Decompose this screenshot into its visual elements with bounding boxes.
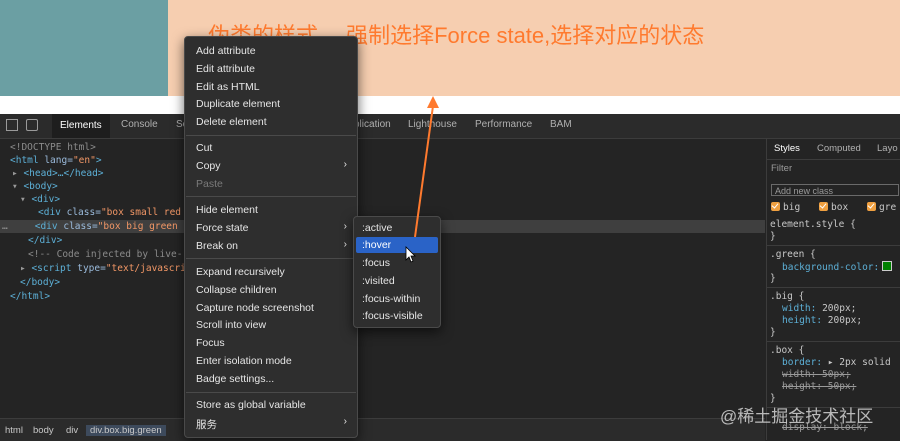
menu-badge-settings[interactable]: Badge settings...	[196, 373, 274, 385]
tab-performance[interactable]: Performance	[475, 119, 532, 130]
menu-hide-element[interactable]: Hide element	[196, 204, 258, 216]
menu-collapse-children[interactable]: Collapse children	[196, 284, 277, 296]
styles-tabbar: Styles Computed Layo	[767, 139, 900, 160]
menu-capture-node-screenshot[interactable]: Capture node screenshot	[196, 302, 314, 314]
menu-scroll-into-view[interactable]: Scroll into view	[196, 319, 266, 331]
force-state-focus-within[interactable]: :focus-within	[362, 293, 420, 305]
element-style-close: }	[770, 231, 776, 242]
chevron-right-icon: ›	[343, 416, 347, 427]
menu-expand-recursively[interactable]: Expand recursively	[196, 266, 285, 278]
box-width-decl-overridden[interactable]: width: 50px;	[782, 369, 851, 380]
tab-lighthouse[interactable]: Lighthouse	[408, 119, 457, 130]
color-swatch-icon[interactable]	[882, 261, 893, 271]
devtools-panel: Elements Console Sc plication Lighthouse…	[0, 114, 900, 441]
class-toggle-big[interactable]: big	[771, 202, 800, 213]
crumb-body[interactable]: body	[33, 425, 54, 436]
watermark: @稀土掘金技术社区	[720, 407, 874, 426]
tab-computed[interactable]: Computed	[817, 143, 861, 154]
menu-paste-disabled: Paste	[196, 178, 223, 190]
tab-layout[interactable]: Layo	[877, 143, 898, 154]
menu-enter-isolation-mode[interactable]: Enter isolation mode	[196, 355, 292, 367]
preview-bottom-strip	[0, 96, 900, 114]
add-new-class-input[interactable]: Add new class	[771, 184, 899, 196]
box-selector[interactable]: .box {	[770, 345, 804, 356]
box-height-decl-overridden[interactable]: height: 50px;	[782, 381, 856, 392]
green-rule-close: }	[770, 273, 776, 284]
dom-html-open[interactable]: <html lang="en">	[10, 154, 102, 167]
menu-separator	[186, 392, 356, 393]
dom-head[interactable]: ▸ <head>…</head>	[12, 167, 104, 180]
menu-separator	[186, 196, 356, 197]
menu-focus[interactable]: Focus	[196, 337, 225, 349]
tab-elements[interactable]: Elements	[52, 114, 110, 138]
checkbox-checked-icon	[771, 202, 780, 211]
force-state-submenu: :active :hover :focus :visited :focus-wi…	[353, 216, 441, 328]
big-height-decl[interactable]: height: 200px;	[782, 315, 862, 326]
chevron-right-icon: ›	[343, 239, 347, 250]
devtools-tabbar: Elements Console Sc plication Lighthouse…	[0, 114, 900, 139]
chevron-right-icon: ›	[343, 221, 347, 232]
force-state-focus-visible[interactable]: :focus-visible	[362, 310, 423, 322]
tab-console[interactable]: Console	[121, 119, 158, 130]
rule-separator	[767, 341, 900, 342]
class-toggle-green[interactable]: gre	[867, 202, 896, 213]
inspect-element-icon[interactable]	[6, 119, 18, 131]
dom-div-close[interactable]: </div>	[28, 234, 62, 247]
dom-comment[interactable]: <!-- Code injected by live-	[28, 248, 182, 261]
rule-separator	[767, 287, 900, 288]
menu-copy[interactable]: Copy	[196, 160, 221, 172]
force-state-active[interactable]: :active	[362, 222, 392, 234]
class-toggle-box[interactable]: box	[819, 202, 848, 213]
tab-bam[interactable]: BAM	[550, 119, 572, 130]
green-background-color-decl[interactable]: background-color:	[782, 261, 893, 273]
force-state-hover[interactable]: :hover	[362, 239, 391, 251]
dom-html-close[interactable]: </html>	[10, 290, 50, 303]
menu-store-as-global-variable[interactable]: Store as global variable	[196, 399, 306, 411]
breadcrumb: html body div div.box.big.green	[0, 418, 765, 441]
dom-doctype[interactable]: <!DOCTYPE html>	[10, 141, 96, 154]
crumb-div[interactable]: div	[66, 425, 78, 436]
small-red-box-preview	[0, 0, 168, 96]
dom-div-open[interactable]: ▾ <div>	[20, 193, 60, 206]
big-selector[interactable]: .big {	[770, 291, 804, 302]
big-width-decl[interactable]: width: 200px;	[782, 303, 856, 314]
menu-delete-element[interactable]: Delete element	[196, 116, 267, 128]
menu-separator	[186, 135, 356, 136]
green-selector[interactable]: .green {	[770, 249, 816, 260]
tab-styles[interactable]: Styles	[774, 143, 800, 154]
force-state-visited[interactable]: :visited	[362, 275, 395, 287]
box-border-decl[interactable]: border: ▸ 2px solid	[782, 357, 891, 368]
menu-break-on[interactable]: Break on	[196, 240, 238, 252]
dom-body-close[interactable]: </body>	[20, 276, 60, 289]
checkbox-checked-icon	[819, 202, 828, 211]
menu-edit-as-html[interactable]: Edit as HTML	[196, 81, 260, 93]
device-toolbar-icon[interactable]	[26, 119, 38, 131]
menu-services[interactable]: 服务	[196, 417, 217, 432]
menu-add-attribute[interactable]: Add attribute	[196, 45, 256, 57]
dom-script[interactable]: ▸ <script type="text/javascri	[20, 262, 186, 275]
big-rule-close: }	[770, 327, 776, 338]
styles-pane: Styles Computed Layo Filter Add new clas…	[766, 139, 900, 440]
dom-body-open[interactable]: ▾ <body>	[12, 180, 58, 193]
force-state-focus[interactable]: :focus	[362, 257, 390, 269]
menu-force-state[interactable]: Force state	[196, 222, 249, 234]
rule-separator	[767, 245, 900, 246]
menu-cut[interactable]: Cut	[196, 142, 212, 154]
chevron-right-icon: ›	[343, 159, 347, 170]
context-menu: Add attribute Edit attribute Edit as HTM…	[184, 36, 358, 438]
checkbox-checked-icon	[867, 202, 876, 211]
element-style-selector[interactable]: element.style {	[770, 219, 856, 230]
styles-filter-input[interactable]: Filter	[771, 163, 792, 174]
menu-edit-attribute[interactable]: Edit attribute	[196, 63, 255, 75]
tab-application[interactable]: plication	[354, 119, 391, 130]
crumb-html[interactable]: html	[5, 425, 23, 436]
crumb-div-box-big-green[interactable]: div.box.big.green	[86, 425, 166, 436]
menu-separator	[186, 258, 356, 259]
menu-duplicate-element[interactable]: Duplicate element	[196, 98, 280, 110]
dom-div-small-red[interactable]: <div class="box small red	[38, 206, 181, 219]
